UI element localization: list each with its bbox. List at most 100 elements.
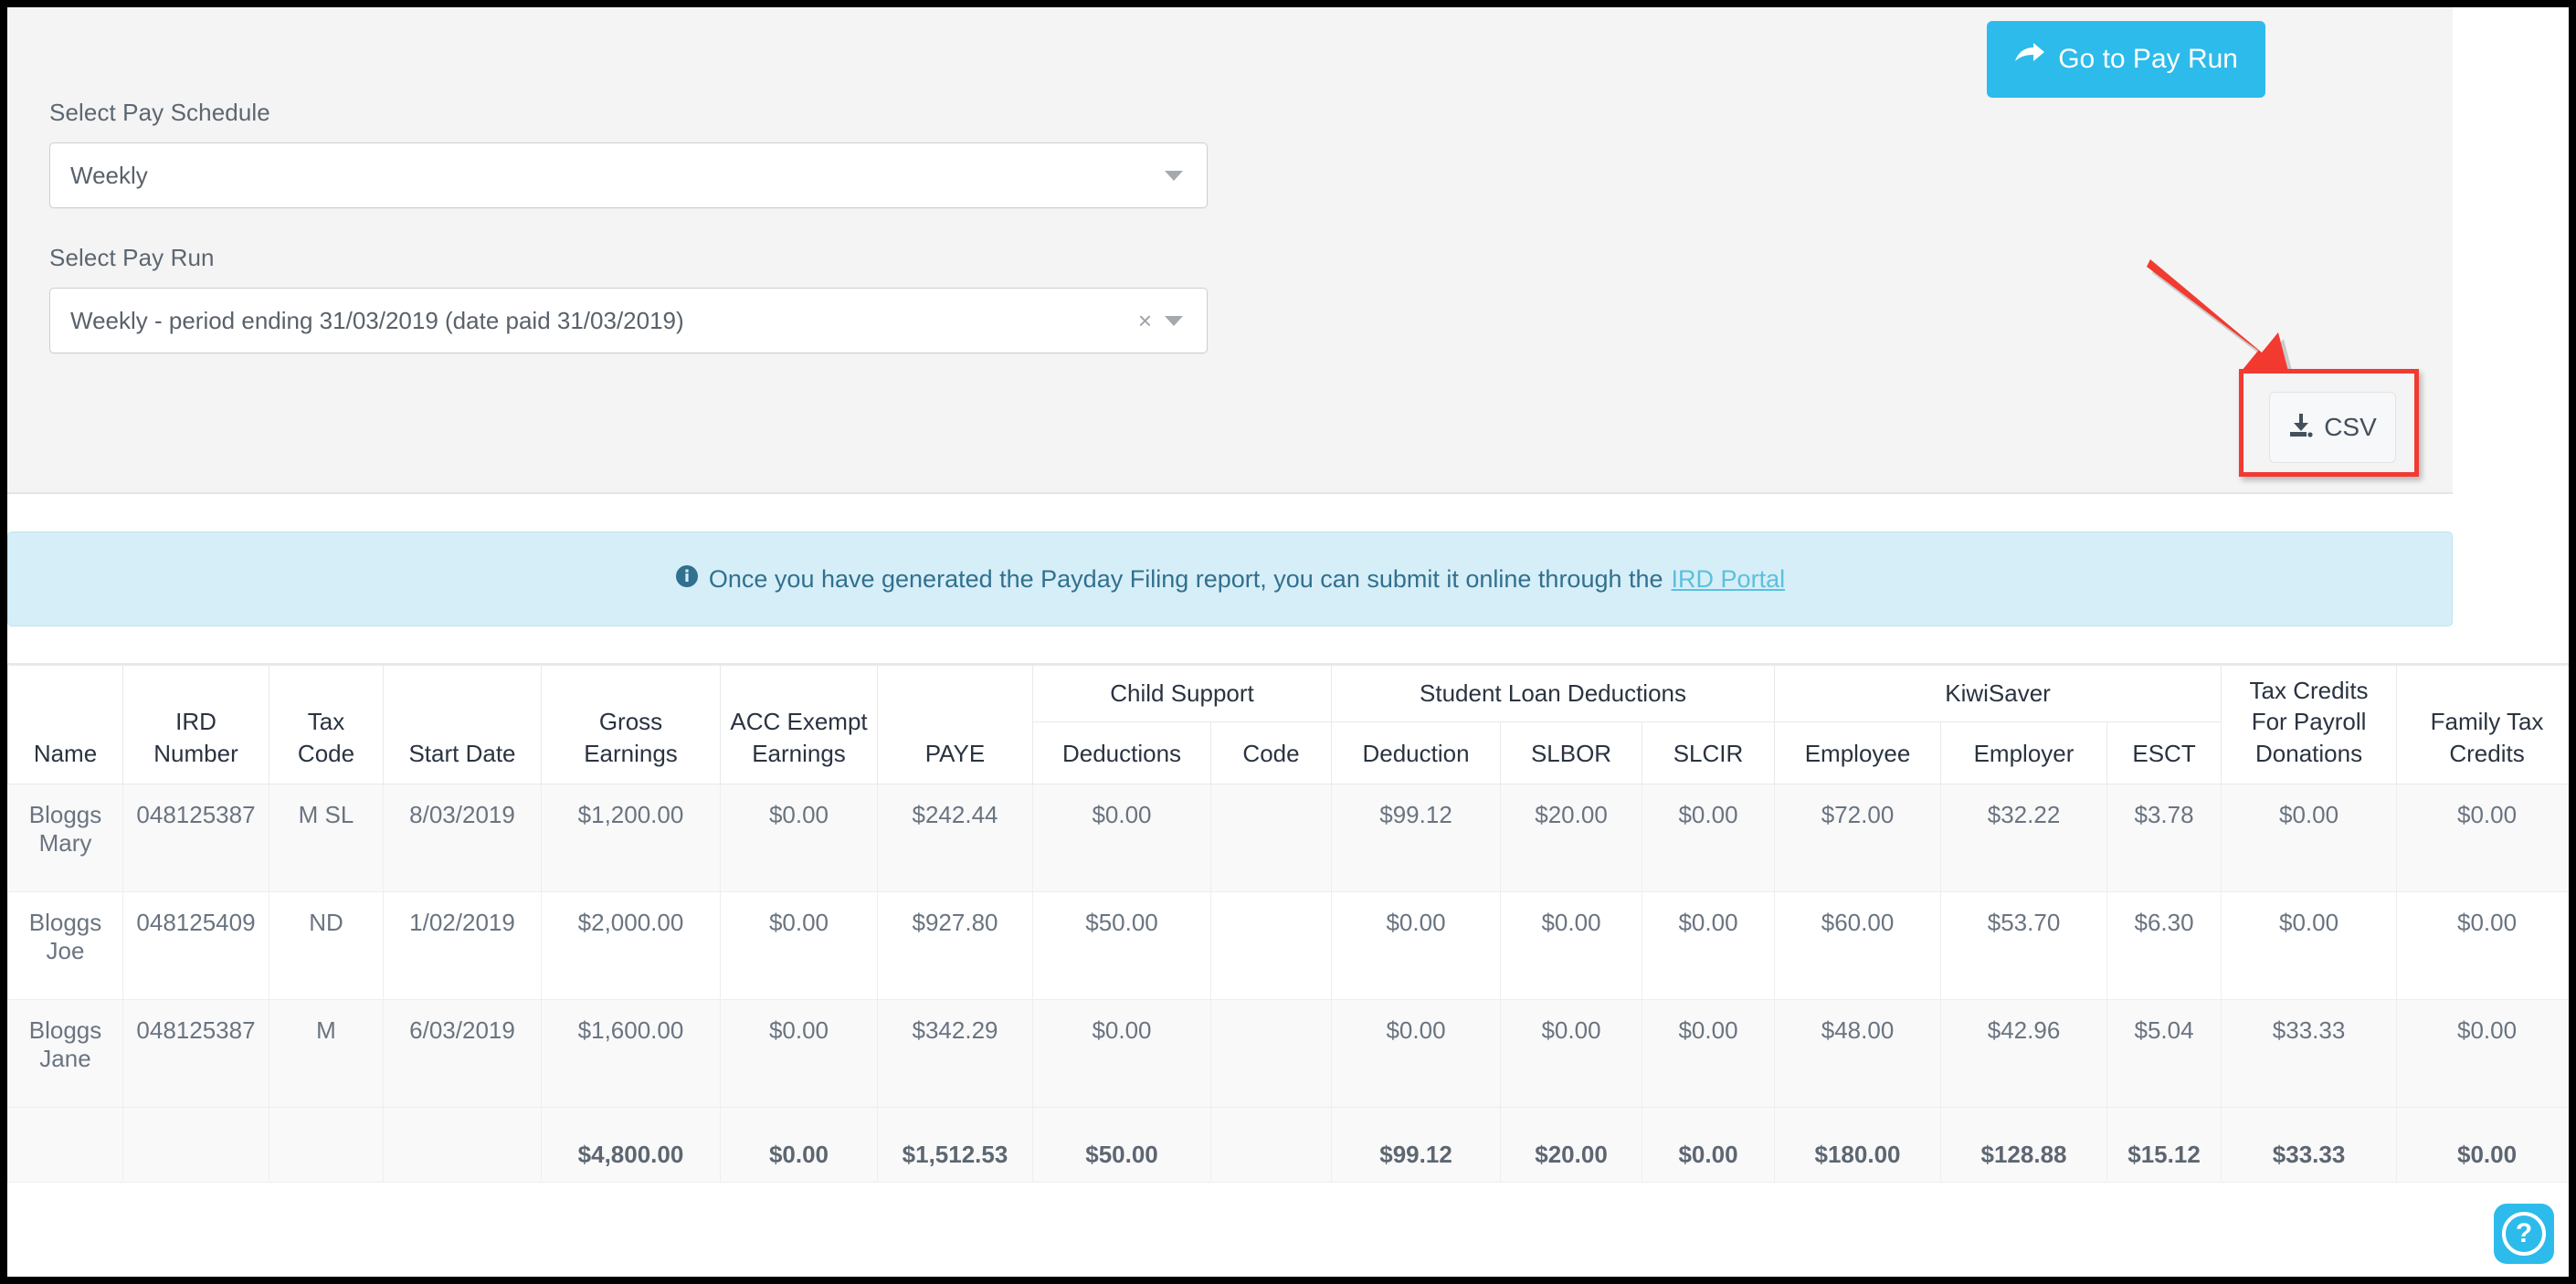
cell-sl-deduction: $0.00	[1331, 890, 1502, 1000]
pay-run-select[interactable]: Weekly - period ending 31/03/2019 (date …	[49, 288, 1208, 353]
th-slcir: SLCIR	[1642, 721, 1776, 784]
payday-filing-table: Name IRD Number Tax Code Start Date Gros…	[7, 665, 2569, 1183]
cell-slbor: $0.00	[1500, 890, 1643, 1000]
info-banner: Once you have generated the Payday Filin…	[7, 531, 2453, 626]
th-start-date: Start Date	[383, 665, 542, 784]
cell-ks-employee: $48.00	[1774, 998, 1942, 1108]
chevron-down-icon	[1165, 315, 1183, 326]
cell-gross: $1,200.00	[541, 783, 721, 892]
cell-total-start-date	[383, 1106, 542, 1183]
cell-ks-employee: $60.00	[1774, 890, 1942, 1000]
cell-total-sl-deduction: $99.12	[1331, 1106, 1502, 1183]
chevron-down-icon	[1165, 170, 1183, 181]
th-cs-code: Code	[1209, 721, 1333, 784]
cell-ks-employer: $42.96	[1940, 998, 2108, 1108]
cell-total-slcir: $0.00	[1642, 1106, 1776, 1183]
pay-schedule-select[interactable]: Weekly	[49, 142, 1208, 208]
th-slbor: SLBOR	[1500, 721, 1643, 784]
table-row[interactable]: Bloggs Jane 048125387 M 6/03/2019 $1,600…	[7, 998, 2569, 1108]
csv-button-highlight: CSV	[2239, 369, 2419, 477]
pay-schedule-value: Weekly	[70, 161, 148, 189]
cell-acc-exempt: $0.00	[720, 890, 878, 1000]
cell-slcir: $0.00	[1642, 783, 1776, 892]
th-cs-deductions: Deductions	[1032, 721, 1211, 784]
cell-total-slbor: $20.00	[1500, 1106, 1643, 1183]
question-mark-icon: ?	[2502, 1212, 2546, 1256]
cell-name: Bloggs Joe	[7, 890, 123, 1000]
info-banner-text: Once you have generated the Payday Filin…	[708, 564, 1663, 593]
th-tax-code: Tax Code	[269, 665, 384, 784]
cell-cs-code	[1209, 998, 1333, 1108]
cell-total-acc-exempt: $0.00	[720, 1106, 878, 1183]
help-button[interactable]: ?	[2494, 1204, 2554, 1264]
cell-tax-code: M	[269, 998, 384, 1108]
table-group-header-row: Name IRD Number Tax Code Start Date Gros…	[7, 665, 2569, 784]
cell-total-ks-employee: $180.00	[1774, 1106, 1942, 1183]
pay-run-value: Weekly - period ending 31/03/2019 (date …	[70, 306, 684, 334]
cell-esct: $6.30	[2106, 890, 2222, 1000]
th-group-kiwisaver: KiwiSaver	[1774, 665, 2222, 722]
table-body: Bloggs Mary 048125387 M SL 8/03/2019 $1,…	[7, 783, 2569, 1183]
cell-gross: $2,000.00	[541, 890, 721, 1000]
cell-total-cs-deductions: $50.00	[1032, 1106, 1211, 1183]
cell-gross: $1,600.00	[541, 998, 721, 1108]
cell-esct: $5.04	[2106, 998, 2222, 1108]
cell-ks-employer: $53.70	[1940, 890, 2108, 1000]
cell-slbor: $20.00	[1500, 783, 1643, 892]
th-paye: PAYE	[877, 665, 1033, 784]
cell-ird: 048125387	[122, 998, 269, 1108]
cell-total-gross: $4,800.00	[541, 1106, 721, 1183]
cell-total-paye: $1,512.53	[877, 1106, 1033, 1183]
cell-payroll-donations: $33.33	[2221, 998, 2398, 1108]
cell-payroll-donations: $0.00	[2221, 783, 2398, 892]
th-ks-employee: Employee	[1774, 721, 1942, 784]
th-name: Name	[7, 665, 123, 784]
cell-ks-employer: $32.22	[1940, 783, 2108, 892]
pay-run-label: Select Pay Run	[49, 244, 215, 271]
cell-payroll-donations: $0.00	[2221, 890, 2398, 1000]
cell-cs-deductions: $0.00	[1032, 783, 1211, 892]
cell-start-date: 1/02/2019	[383, 890, 542, 1000]
cell-total-ird	[122, 1106, 269, 1183]
cell-ird: 048125409	[122, 890, 269, 1000]
th-group-child-support: Child Support	[1031, 665, 1333, 722]
th-gross-earnings: Gross Earnings	[541, 665, 721, 784]
table-row[interactable]: Bloggs Mary 048125387 M SL 8/03/2019 $1,…	[7, 783, 2569, 892]
th-ird-number: IRD Number	[122, 665, 269, 784]
cell-tax-code: ND	[269, 890, 384, 1000]
cell-sl-deduction: $99.12	[1331, 783, 1502, 892]
cell-cs-code	[1209, 890, 1333, 1000]
download-csv-button[interactable]: CSV	[2269, 392, 2396, 463]
cell-total-family-tax-credits: $0.00	[2396, 1106, 2569, 1183]
cell-family-tax-credits: $0.00	[2396, 783, 2569, 892]
go-to-pay-run-button[interactable]: Go to Pay Run	[1987, 21, 2265, 98]
cell-total-cs-code	[1209, 1106, 1333, 1183]
ird-portal-link[interactable]: IRD Portal	[1672, 565, 1786, 594]
cell-start-date: 8/03/2019	[383, 783, 542, 892]
th-ks-employer: Employer	[1940, 721, 2108, 784]
cell-cs-code	[1209, 783, 1333, 892]
app-screen: Select Pay Schedule Weekly Select Pay Ru…	[7, 7, 2569, 1277]
cell-slcir: $0.00	[1642, 998, 1776, 1108]
payday-filing-table-wrapper: Name IRD Number Tax Code Start Date Gros…	[7, 663, 2569, 1183]
download-icon	[2288, 412, 2314, 444]
cell-cs-deductions: $0.00	[1032, 998, 1211, 1108]
cell-slbor: $0.00	[1500, 998, 1643, 1108]
cell-name: Bloggs Mary	[7, 783, 123, 892]
th-tax-credits-payroll-donations: Tax Credits For Payroll Donations	[2221, 665, 2398, 784]
cell-tax-code: M SL	[269, 783, 384, 892]
cell-total-esct: $15.12	[2106, 1106, 2222, 1183]
cell-acc-exempt: $0.00	[720, 783, 878, 892]
cell-slcir: $0.00	[1642, 890, 1776, 1000]
pay-schedule-label: Select Pay Schedule	[49, 99, 270, 126]
table-row[interactable]: Bloggs Joe 048125409 ND 1/02/2019 $2,000…	[7, 890, 2569, 1000]
cell-ird: 048125387	[122, 783, 269, 892]
cell-total-payroll-donations: $33.33	[2221, 1106, 2398, 1183]
cell-esct: $3.78	[2106, 783, 2222, 892]
clear-icon[interactable]: ×	[1125, 309, 1165, 332]
th-sl-deduction: Deduction	[1331, 721, 1502, 784]
info-icon	[675, 564, 699, 595]
cell-paye: $927.80	[877, 890, 1033, 1000]
arrow-right-icon	[2014, 43, 2045, 76]
cell-paye: $342.29	[877, 998, 1033, 1108]
